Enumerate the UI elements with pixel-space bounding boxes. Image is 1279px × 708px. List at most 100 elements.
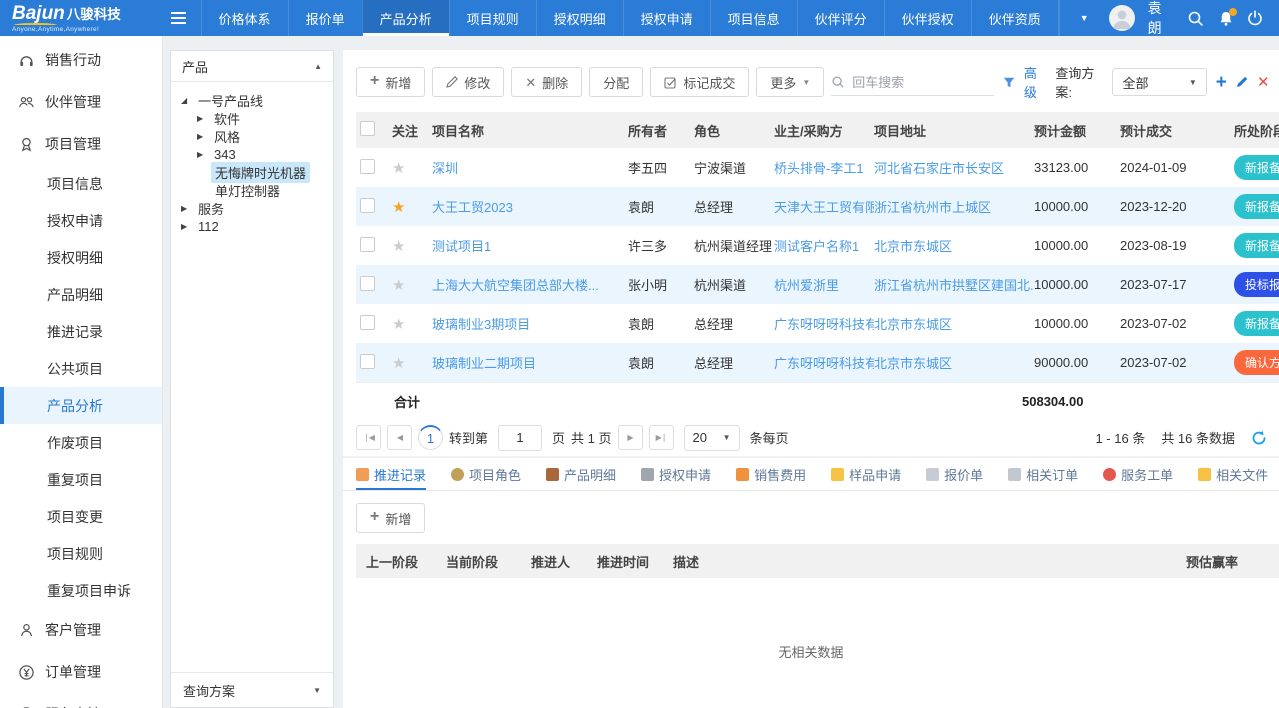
nav-tab-10[interactable]: 伙伴资质	[971, 0, 1059, 36]
sub-add-button[interactable]: +新增	[356, 503, 425, 533]
tree-node[interactable]: ▶服务	[171, 199, 333, 217]
star-icon[interactable]: ★	[392, 238, 405, 255]
nav-tab-3[interactable]: 产品分析	[362, 0, 449, 36]
first-page-button[interactable]: ❘◀	[356, 425, 381, 450]
avatar[interactable]	[1109, 5, 1135, 31]
column-header-1[interactable]: 关注	[392, 121, 432, 140]
row-star[interactable]: ★	[392, 198, 432, 216]
sidebar-group-service[interactable]: 服务支持	[0, 693, 162, 708]
checkbox-icon[interactable]	[360, 159, 375, 174]
address-link[interactable]: 浙江省杭州市上城区	[874, 197, 1034, 216]
sidebar-group-yen[interactable]: 订单管理	[0, 651, 162, 693]
refresh-icon[interactable]	[1251, 430, 1267, 446]
customer-link[interactable]: 桥头排骨-李工1	[774, 158, 874, 177]
star-icon[interactable]: ★	[392, 355, 405, 372]
row-star[interactable]: ★	[392, 159, 432, 177]
more-button[interactable]: 更多▼	[756, 67, 824, 97]
project-name-link[interactable]: 大王工贸2023	[432, 197, 628, 216]
address-link[interactable]: 北京市东城区	[874, 236, 1034, 255]
edit-plan-pencil-icon[interactable]	[1236, 75, 1248, 89]
sidebar-item-3[interactable]: 授权明细	[0, 239, 162, 276]
column-header-3[interactable]: 所有者	[628, 121, 694, 140]
nav-tab-1[interactable]: 价格体系	[201, 0, 288, 36]
row-star[interactable]: ★	[392, 354, 432, 372]
page-size-select[interactable]: 20▼	[684, 425, 740, 451]
advanced-search-link[interactable]: 高级	[1024, 63, 1046, 101]
row-checkbox[interactable]	[356, 315, 392, 333]
tree-caret-collapsed-icon[interactable]: ▶	[181, 222, 194, 231]
query-plan-select[interactable]: 全部▼	[1112, 68, 1206, 96]
customer-link[interactable]: 测试客户名称1	[774, 236, 874, 255]
search-icon[interactable]	[1187, 10, 1204, 27]
detail-tab-4[interactable]: 授权申请	[641, 458, 711, 490]
goto-page-input[interactable]: 1	[498, 425, 542, 451]
row-checkbox[interactable]	[356, 159, 392, 177]
collapse-up-icon[interactable]: ▲	[314, 62, 322, 71]
detail-tab-10[interactable]: 相关文件	[1198, 458, 1268, 490]
project-name-link[interactable]: 玻璃制业二期项目	[432, 353, 628, 372]
detail-tab-2[interactable]: 项目角色	[451, 458, 521, 490]
edit-button[interactable]: 修改	[432, 67, 504, 97]
current-page-button[interactable]: 1	[418, 425, 443, 450]
project-name-link[interactable]: 上海大大航空集团总部大楼...	[432, 275, 628, 294]
customer-link[interactable]: 广东呀呀呀科技有限...	[774, 353, 874, 372]
sidebar-item-9[interactable]: 重复项目	[0, 461, 162, 498]
nav-tab-6[interactable]: 授权申请	[623, 0, 710, 36]
sidebar-group-headset[interactable]: 销售行动	[0, 39, 162, 81]
row-star[interactable]: ★	[392, 276, 432, 294]
detail-tab-7[interactable]: 报价单	[926, 458, 983, 490]
tree-caret-collapsed-icon[interactable]: ▶	[197, 150, 210, 159]
sidebar-item-6[interactable]: 公共项目	[0, 350, 162, 387]
last-page-button[interactable]: ▶❘	[649, 425, 674, 450]
project-name-link[interactable]: 深圳	[432, 158, 628, 177]
column-header-2[interactable]: 项目名称	[432, 121, 628, 140]
assign-button[interactable]: 分配	[589, 67, 643, 97]
address-link[interactable]: 北京市东城区	[874, 353, 1034, 372]
row-checkbox[interactable]	[356, 198, 392, 216]
detail-tab-8[interactable]: 相关订单	[1008, 458, 1078, 490]
nav-tab-5[interactable]: 授权明细	[536, 0, 623, 36]
detail-tab-1[interactable]: 推进记录	[356, 458, 426, 490]
customer-link[interactable]: 广东呀呀呀科技有限...	[774, 314, 874, 333]
column-header-9[interactable]: 所处阶段	[1234, 121, 1279, 140]
username[interactable]: 袁朗	[1148, 0, 1175, 38]
tree-node[interactable]: ▶343	[171, 145, 333, 163]
checkbox-icon[interactable]	[360, 121, 375, 136]
tree-caret-collapsed-icon[interactable]: ▶	[181, 204, 194, 213]
nav-tab-7[interactable]: 项目信息	[710, 0, 797, 36]
checkbox-icon[interactable]	[360, 237, 375, 252]
power-logout-icon[interactable]	[1247, 10, 1263, 27]
delete-button[interactable]: ✕删除	[511, 67, 582, 97]
menu-toggle-icon[interactable]	[156, 0, 201, 36]
sidebar-item-10[interactable]: 项目变更	[0, 498, 162, 535]
column-header-7[interactable]: 预计金额	[1034, 121, 1120, 140]
sidebar-item-11[interactable]: 项目规则	[0, 535, 162, 572]
column-header-8[interactable]: 预计成交	[1120, 121, 1234, 140]
checkbox-icon[interactable]	[360, 276, 375, 291]
star-icon[interactable]: ★	[392, 277, 405, 294]
checkbox-icon[interactable]	[360, 198, 375, 213]
row-checkbox[interactable]	[356, 276, 392, 294]
column-header-5[interactable]: 业主/采购方	[774, 121, 874, 140]
tree-node-label[interactable]: 343	[210, 146, 240, 163]
sidebar-group-medal[interactable]: 项目管理	[0, 123, 162, 165]
customer-link[interactable]: 杭州爱浙里	[774, 275, 874, 294]
address-link[interactable]: 河北省石家庄市长安区	[874, 158, 1034, 177]
tree-node-label[interactable]: 服务	[194, 198, 228, 219]
tree-node[interactable]: ▶软件	[171, 109, 333, 127]
notification-bell-icon[interactable]	[1217, 10, 1233, 27]
sidebar-item-5[interactable]: 推进记录	[0, 313, 162, 350]
customer-link[interactable]: 天津大王工贸有限公司	[774, 197, 874, 216]
sidebar-item-1[interactable]: 项目信息	[0, 165, 162, 202]
nav-tab-9[interactable]: 伙伴授权	[884, 0, 971, 36]
row-checkbox[interactable]	[356, 237, 392, 255]
column-header-6[interactable]: 项目地址	[874, 121, 1034, 140]
detail-tab-5[interactable]: 销售费用	[736, 458, 806, 490]
query-plan-footer[interactable]: 查询方案 ▼	[171, 672, 333, 707]
sidebar-item-2[interactable]: 授权申请	[0, 202, 162, 239]
nav-tab-8[interactable]: 伙伴评分	[797, 0, 884, 36]
address-link[interactable]: 北京市东城区	[874, 314, 1034, 333]
project-name-link[interactable]: 测试项目1	[432, 236, 628, 255]
tree-node[interactable]: ◢一号产品线	[171, 91, 333, 109]
checkbox-icon[interactable]	[360, 315, 375, 330]
